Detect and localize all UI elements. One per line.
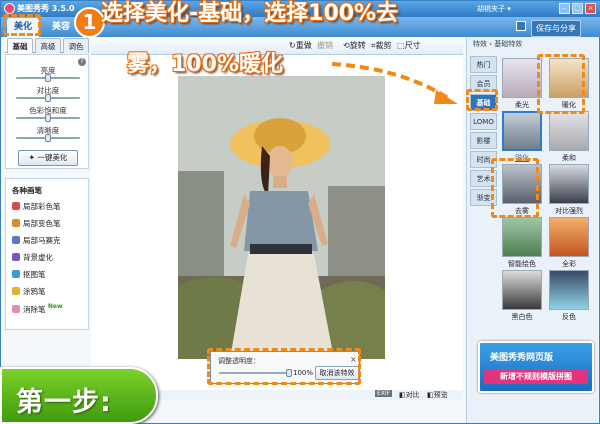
pen-cutout[interactable]: 抠图笔 (12, 269, 46, 280)
eraser-icon (12, 305, 20, 313)
share-icon[interactable] (516, 21, 526, 31)
pen-eraser[interactable]: 消除笔 New (12, 303, 63, 315)
sharpness-slider[interactable] (16, 134, 80, 142)
exif-badge[interactable]: EXIF (375, 390, 393, 397)
photo-illustration (178, 76, 385, 359)
effect-thumbnail (549, 111, 589, 151)
saturation-slider[interactable] (16, 114, 80, 122)
category-hot[interactable]: 热门 (470, 56, 497, 73)
effect-black-white[interactable]: 黑白色 (502, 270, 542, 323)
pen-mosaic[interactable]: 局部马赛克 (12, 235, 61, 246)
pen-local-recolor[interactable]: 局部变色笔 (12, 218, 61, 229)
close-window-icon[interactable]: × (585, 3, 596, 14)
effect-thumbnail (549, 217, 589, 257)
slider-knob[interactable] (45, 94, 51, 102)
effect-soft-light[interactable]: 柔光 (502, 58, 542, 111)
subtab-color[interactable]: 调色 (63, 38, 89, 53)
instruction-line-1: 选择美化-基础，选择100%去 (101, 1, 399, 26)
slider-knob[interactable] (45, 134, 51, 142)
web-version-banner[interactable]: 美图秀秀网页版 新增不规则模版拼图 (478, 341, 594, 393)
pen-doodle[interactable]: 涂鸦笔 (12, 286, 46, 297)
highlight-beautify-tab (3, 14, 41, 36)
new-badge: New (47, 303, 63, 310)
effect-thumbnail (502, 270, 542, 310)
app-title: 美图秀秀 3.5.0 (17, 4, 75, 13)
highlight-basic-category (466, 89, 498, 111)
pencil-icon (12, 287, 20, 295)
effect-thumbnail (549, 270, 589, 310)
undo-button[interactable]: 撤销 (317, 40, 333, 51)
effect-thumbnail (502, 111, 542, 151)
one-click-beautify-button[interactable]: ✦ 一键美化 (18, 150, 78, 166)
pen-local-color[interactable]: 局部彩色笔 (12, 201, 61, 212)
effect-thumbnail (502, 58, 542, 98)
preview-button[interactable]: ◧预览 (427, 390, 448, 400)
edited-photo (178, 76, 385, 359)
effect-high-contrast[interactable]: 对比强烈 (549, 164, 589, 217)
maximize-icon[interactable]: □ (572, 3, 583, 14)
effect-invert[interactable]: 反色 (549, 270, 589, 323)
brush-icon (12, 202, 20, 210)
arrow-icon (331, 62, 458, 104)
pens-box: 各种画笔 局部彩色笔 局部变色笔 局部马赛克 背景虚化 抠图笔 涂鸦笔 消除笔 … (5, 178, 89, 330)
highlight-transparency-panel (207, 348, 361, 385)
brightness-slider[interactable] (16, 74, 80, 82)
compare-button[interactable]: ◧对比 (399, 390, 420, 400)
slider-knob[interactable] (45, 74, 51, 82)
pen-background-blur[interactable]: 背景虚化 (12, 252, 53, 263)
brush-icon (12, 219, 20, 227)
effect-smart-color[interactable]: 智能绘色 (502, 217, 542, 270)
rotate-button[interactable]: ⟲旋转 (343, 40, 366, 51)
slider-knob[interactable] (45, 114, 51, 122)
crop-button[interactable]: ⌗裁剪 (371, 40, 392, 51)
banner-line-1: 美图秀秀网页版 (490, 353, 554, 363)
mosaic-icon (12, 236, 20, 244)
banner-line-2: 新增不规则模版拼图 (484, 370, 588, 384)
basic-adjust-box: ? 亮度 对比度 色彩饱和度 清晰度 ✦ 一键美化 (5, 54, 89, 169)
app-logo-icon (4, 3, 15, 14)
effect-sharpen[interactable]: 锐化 (502, 111, 542, 164)
highlight-warm-effect (537, 54, 585, 114)
category-studio[interactable]: 影楼 (470, 132, 497, 149)
step-label-badge: 第一步: (0, 367, 158, 424)
save-share-button[interactable]: 保存与分享 (531, 20, 581, 37)
user-menu[interactable]: 胡桃夹子 ▾ (477, 4, 511, 14)
minimize-icon[interactable]: – (559, 3, 570, 14)
resize-button[interactable]: ⬚尺寸 (397, 40, 421, 51)
cutout-icon (12, 270, 20, 278)
blur-icon (12, 253, 20, 261)
effect-full-color[interactable]: 全彩 (549, 217, 589, 270)
instruction-line-2: 雾，100%暖化 (127, 52, 283, 77)
left-panel: 基础 高级 调色 ? 亮度 对比度 色彩饱和度 清晰度 ✦ 一键美化 各种画笔 … (5, 37, 89, 330)
contrast-slider[interactable] (16, 94, 80, 102)
magic-icon: ✦ (28, 153, 35, 162)
subtab-advanced[interactable]: 高级 (35, 38, 61, 53)
pens-title: 各种画笔 (12, 186, 42, 195)
category-lomo[interactable]: LOMO (470, 113, 497, 130)
effects-header: 特效 ‹ 基础特效 (473, 40, 523, 48)
effect-thumbnail (549, 164, 589, 204)
subtab-basic[interactable]: 基础 (7, 38, 33, 53)
sub-tabs: 基础 高级 调色 (5, 37, 89, 53)
tab-beauty[interactable]: 美容 (45, 18, 77, 37)
redo-button[interactable]: ↻重做 (289, 40, 312, 51)
highlight-dehaze-effect (491, 158, 539, 218)
effect-thumbnail (502, 217, 542, 257)
effect-soft[interactable]: 柔和 (549, 111, 589, 164)
